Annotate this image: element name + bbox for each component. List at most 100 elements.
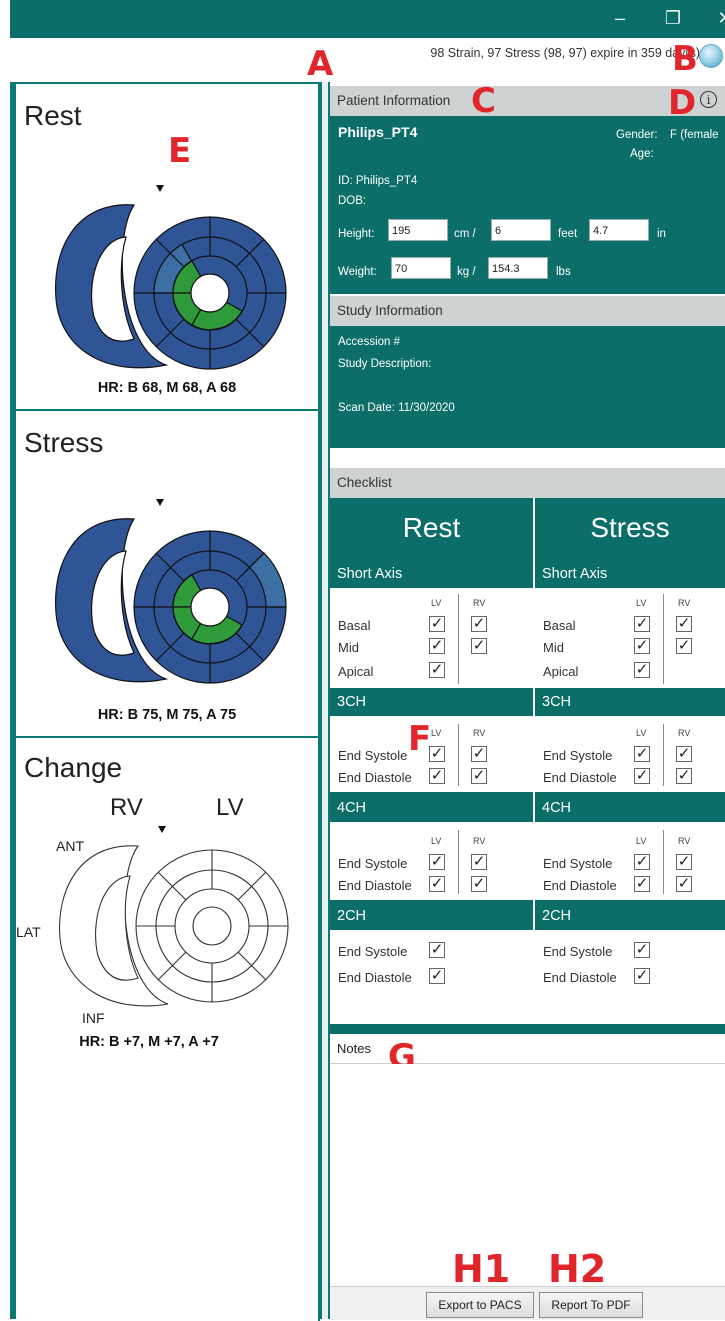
rest-3ch-es-lv-checkbox[interactable]: ✓ xyxy=(429,746,445,762)
notes-splitter[interactable] xyxy=(330,1024,725,1032)
scan-date: Scan Date: 11/30/2020 xyxy=(338,402,455,414)
marker-d: D xyxy=(668,83,697,123)
end-diastole-label: End Diastole xyxy=(338,878,412,893)
rest-lv-cavity xyxy=(190,273,230,313)
stress-basal-rv-checkbox[interactable]: ✓ xyxy=(676,616,692,632)
rest-3ch-ed-rv-checkbox[interactable]: ✓ xyxy=(471,768,487,784)
window-titlebar: – ❐ ✕ xyxy=(10,0,725,38)
lbs-unit: lbs xyxy=(556,266,571,278)
rest-3ch-ed-lv-checkbox[interactable]: ✓ xyxy=(429,768,445,784)
col-rv: RV xyxy=(473,598,486,608)
height-in-input[interactable]: 4.7 xyxy=(589,219,649,241)
stress-3ch-es-lv-checkbox[interactable]: ✓ xyxy=(634,746,650,762)
rest-4ch-es-lv-checkbox[interactable]: ✓ xyxy=(429,854,445,870)
stress-short-axis-box: LV RV Basal Mid Apical ✓ ✓ ✓ ✓ ✓ xyxy=(535,588,725,688)
marker-e: E xyxy=(168,131,192,171)
rest-2ch: 2CH xyxy=(330,902,533,930)
rest-title: Rest xyxy=(24,100,82,131)
checklist-header: Checklist xyxy=(330,468,725,498)
panel-splitter[interactable] xyxy=(320,82,330,1319)
end-systole-label: End Systole xyxy=(543,944,613,959)
col-rv: RV xyxy=(473,728,486,738)
minimize-button[interactable]: – xyxy=(605,8,635,29)
stress-mid-rv-checkbox[interactable]: ✓ xyxy=(676,638,692,654)
marker-h1: H1 xyxy=(452,1247,511,1291)
marker-f: F xyxy=(408,719,432,759)
rest-3ch-es-rv-checkbox[interactable]: ✓ xyxy=(471,746,487,762)
rest-4ch-box: LV RV End Systole End Diastole ✓ ✓ ✓ ✓ xyxy=(330,822,533,900)
patient-name: Philips_PT4 xyxy=(338,124,418,140)
basal-label: Basal xyxy=(338,618,371,633)
rest-4ch-ed-rv-checkbox[interactable]: ✓ xyxy=(471,876,487,892)
stress-4ch-ed-lv-checkbox[interactable]: ✓ xyxy=(634,876,650,892)
col-separator xyxy=(458,830,459,894)
rest-bullseye[interactable] xyxy=(16,179,318,379)
end-diastole-label: End Diastole xyxy=(543,970,617,985)
close-button[interactable]: ✕ xyxy=(710,8,725,29)
col-lv: LV xyxy=(636,836,647,846)
height-ft-input[interactable]: 6 xyxy=(491,219,551,241)
end-systole-label: End Systole xyxy=(338,856,408,871)
rest-apical-lv-checkbox[interactable]: ✓ xyxy=(429,662,445,678)
end-systole-label: End Systole xyxy=(543,748,613,763)
ft-unit: feet xyxy=(558,228,578,240)
stress-4ch-ed-rv-checkbox[interactable]: ✓ xyxy=(676,876,692,892)
stress-2ch-es-checkbox[interactable]: ✓ xyxy=(634,942,650,958)
stress-hr: HR: B 75, M 75, A 75 xyxy=(97,707,237,723)
stress-basal-lv-checkbox[interactable]: ✓ xyxy=(634,616,650,632)
stress-2ch-ed-checkbox[interactable]: ✓ xyxy=(634,968,650,984)
patient-info-header: Patient Information xyxy=(330,86,725,116)
report-to-pdf-button[interactable]: Report To PDF xyxy=(539,1292,643,1318)
notes-textarea[interactable] xyxy=(330,1064,725,1284)
rest-mid-lv-checkbox[interactable]: ✓ xyxy=(429,638,445,654)
rest-4ch: 4CH xyxy=(330,794,533,822)
change-bullseye[interactable] xyxy=(34,824,318,1018)
stress-bullseye[interactable] xyxy=(16,493,318,693)
stress-apical-lv-checkbox[interactable]: ✓ xyxy=(634,662,650,678)
gender-value: F (female xyxy=(670,129,719,141)
col-rv: RV xyxy=(473,836,486,846)
checklist-stress-title: Stress xyxy=(590,512,670,543)
change-hr: HR: B +7, M +7, A +7 xyxy=(79,1034,219,1050)
height-cm-input[interactable]: 195 xyxy=(388,219,448,241)
info-icon[interactable]: i xyxy=(700,91,717,108)
rest-basal-lv-checkbox[interactable]: ✓ xyxy=(429,616,445,632)
stress-pointer-icon xyxy=(156,499,164,506)
globe-icon[interactable] xyxy=(699,44,723,68)
marker-a: A xyxy=(307,44,334,84)
stress-4ch-es-rv-checkbox[interactable]: ✓ xyxy=(676,854,692,870)
stress-3ch-ed-lv-checkbox[interactable]: ✓ xyxy=(634,768,650,784)
rest-4ch-ed-lv-checkbox[interactable]: ✓ xyxy=(429,876,445,892)
rest-3ch: 3CH xyxy=(330,688,533,716)
stress-lv-cavity xyxy=(190,587,230,627)
end-systole-label: End Systole xyxy=(338,748,408,763)
rest-3ch-box: LV RV End Systole End Diastole ✓ ✓ ✓ ✓ xyxy=(330,716,533,792)
end-systole-label: End Systole xyxy=(338,944,408,959)
rest-hr: HR: B 68, M 68, A 68 xyxy=(97,380,237,396)
stress-4ch-es-lv-checkbox[interactable]: ✓ xyxy=(634,854,650,870)
stress-3ch-ed-rv-checkbox[interactable]: ✓ xyxy=(676,768,692,784)
stress-mid-lv-checkbox[interactable]: ✓ xyxy=(634,638,650,654)
weight-kg-input[interactable]: 70 xyxy=(391,257,451,279)
stress-3ch-es-rv-checkbox[interactable]: ✓ xyxy=(676,746,692,762)
weight-lbs-input[interactable]: 154.3 xyxy=(488,257,548,279)
rest-2ch-es-checkbox[interactable]: ✓ xyxy=(429,942,445,958)
change-title: Change xyxy=(24,752,123,783)
stress-3ch-box: LV RV End Systole End Diastole ✓ ✓ ✓ ✓ xyxy=(535,716,725,792)
col-separator xyxy=(458,594,459,684)
col-separator xyxy=(663,594,664,684)
stress-short-axis: Short Axis xyxy=(535,560,725,588)
change-rv-label: RV xyxy=(110,794,143,821)
col-lv: LV xyxy=(431,598,442,608)
export-to-pacs-button[interactable]: Export to PACS xyxy=(426,1292,534,1318)
rest-2ch-ed-checkbox[interactable]: ✓ xyxy=(429,968,445,984)
study-info-header: Study Information xyxy=(330,296,725,326)
rest-basal-rv-checkbox[interactable]: ✓ xyxy=(471,616,487,632)
rest-mid-rv-checkbox[interactable]: ✓ xyxy=(471,638,487,654)
accession-label: Accession # xyxy=(338,336,401,348)
rest-panel: Rest E HR: B 68, M 68, A 68 xyxy=(16,82,320,411)
rest-2ch-box: End Systole End Diastole ✓ ✓ xyxy=(330,930,533,1024)
height-label: Height: xyxy=(338,228,375,240)
rest-4ch-es-rv-checkbox[interactable]: ✓ xyxy=(471,854,487,870)
restore-button[interactable]: ❐ xyxy=(658,8,688,29)
